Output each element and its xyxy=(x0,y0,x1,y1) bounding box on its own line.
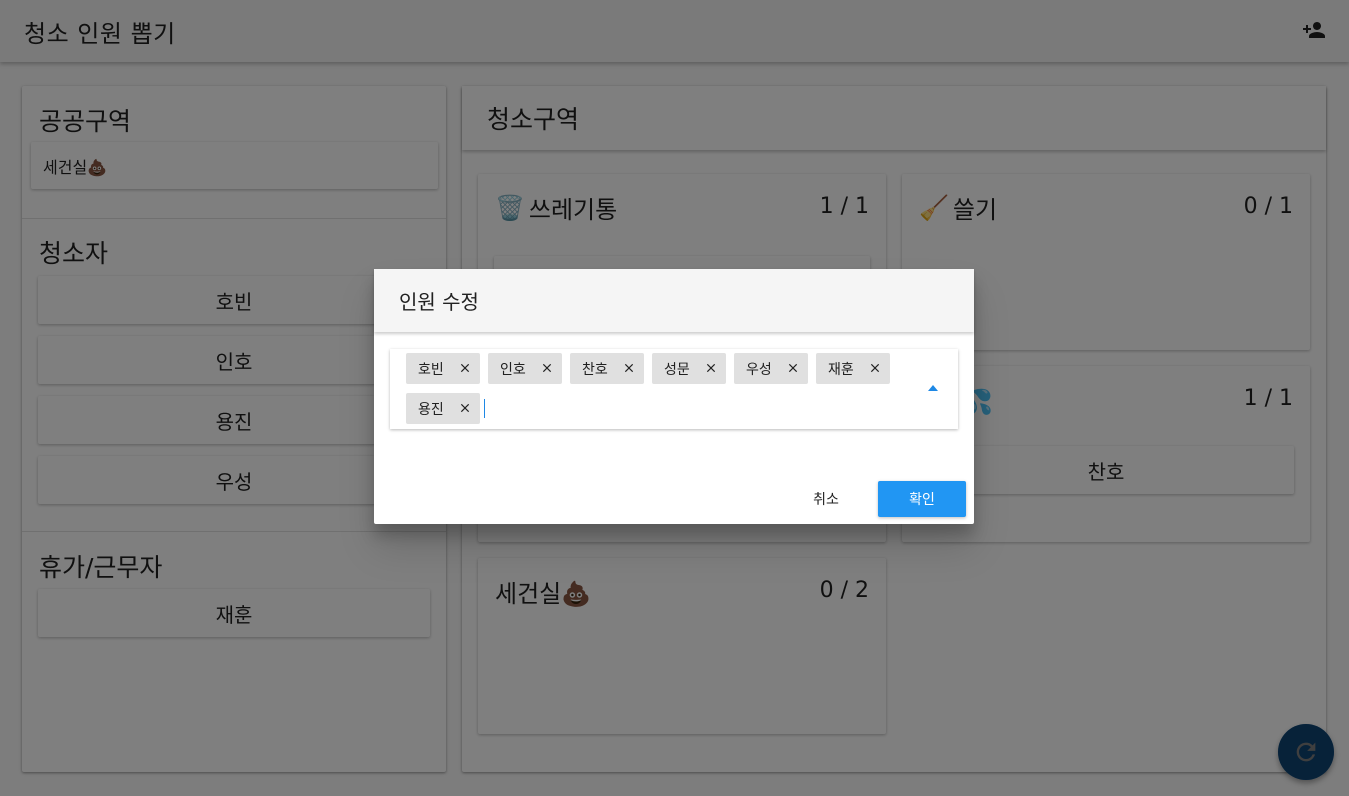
text-cursor xyxy=(484,399,485,418)
edit-members-dialog: 인원 수정 호빈 인호 찬호 성문 우성 재훈 용진 취소 확인 xyxy=(374,269,974,524)
cancel-label: 취소 xyxy=(813,492,839,508)
dialog-title: 인원 수정 xyxy=(399,290,479,314)
close-icon[interactable] xyxy=(540,361,554,375)
close-icon[interactable] xyxy=(704,361,718,375)
caret-up-icon[interactable] xyxy=(928,385,938,391)
dialog-header: 인원 수정 xyxy=(374,269,974,332)
member-tag-label: 찬호 xyxy=(582,361,608,378)
member-tag-label: 호빈 xyxy=(418,361,444,378)
member-tag: 용진 xyxy=(406,393,480,424)
member-tag-label: 성문 xyxy=(664,361,690,378)
close-icon[interactable] xyxy=(786,361,800,375)
members-multiselect[interactable]: 호빈 인호 찬호 성문 우성 재훈 용진 xyxy=(390,349,958,429)
close-icon[interactable] xyxy=(458,401,472,415)
member-tag: 찬호 xyxy=(570,353,644,384)
member-tag: 호빈 xyxy=(406,353,480,384)
member-tag-label: 용진 xyxy=(418,401,444,418)
confirm-label: 확인 xyxy=(909,492,935,508)
member-tag: 인호 xyxy=(488,353,562,384)
member-tag-label: 인호 xyxy=(500,361,526,378)
member-tag: 우성 xyxy=(734,353,808,384)
close-icon[interactable] xyxy=(868,361,882,375)
member-tag: 재훈 xyxy=(816,353,890,384)
cancel-button[interactable]: 취소 xyxy=(794,481,858,517)
member-tag-label: 우성 xyxy=(746,361,772,378)
close-icon[interactable] xyxy=(622,361,636,375)
close-icon[interactable] xyxy=(458,361,472,375)
member-tag: 성문 xyxy=(652,353,726,384)
member-tag-label: 재훈 xyxy=(828,361,854,378)
confirm-button[interactable]: 확인 xyxy=(878,481,966,517)
